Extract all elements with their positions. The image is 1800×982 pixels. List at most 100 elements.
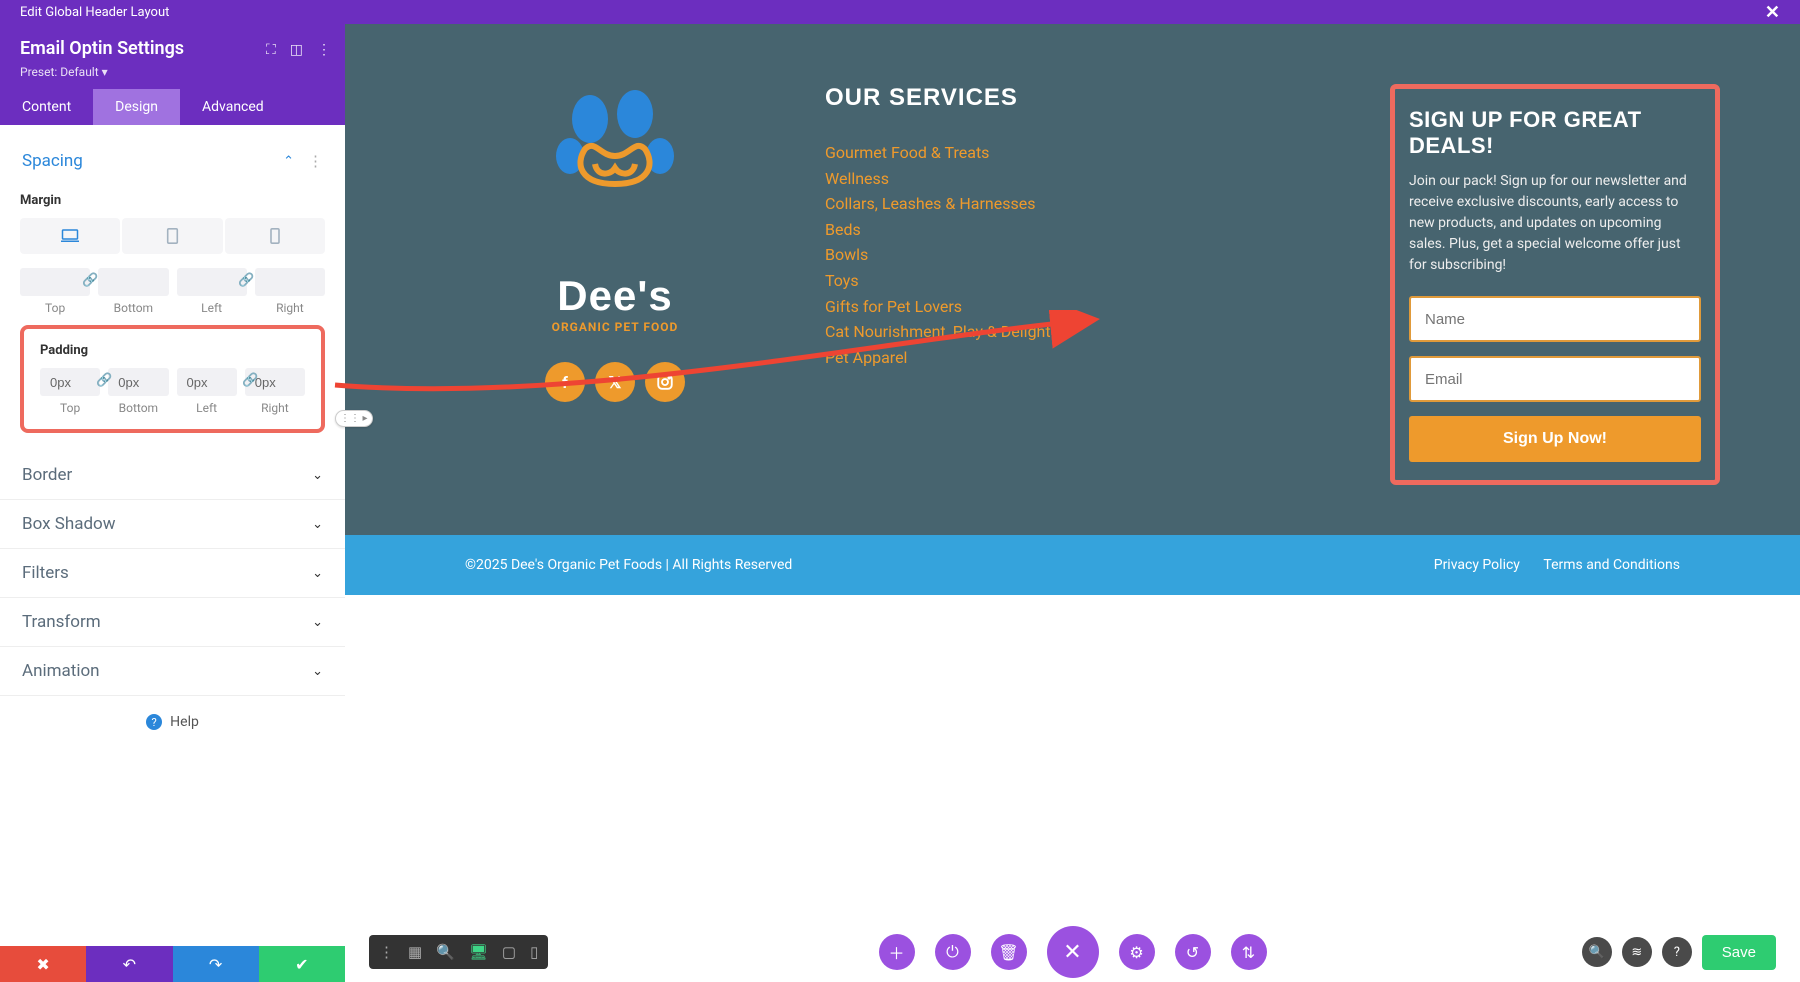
padding-left-input[interactable] — [177, 368, 237, 396]
device-tablet[interactable] — [122, 218, 222, 254]
drag-handle-icon[interactable]: ⋮⋮ ▸ — [335, 410, 373, 427]
close-builder-icon[interactable]: ✕ — [1047, 926, 1099, 978]
window-titlebar: Edit Global Header Layout ✕ — [0, 0, 1800, 24]
section-transform[interactable]: Transform ⌄ — [0, 598, 345, 647]
panel-footer: ✖ ↶ ↷ ✔ — [0, 946, 345, 982]
help-circle-icon[interactable]: ? — [1662, 937, 1692, 967]
section-box-shadow[interactable]: Box Shadow ⌄ — [0, 500, 345, 549]
help-link[interactable]: ? Help — [0, 696, 345, 748]
swap-icon[interactable]: ⇅ — [1231, 934, 1267, 970]
desktop-view-icon[interactable]: 🖥 — [469, 943, 488, 961]
margin-left-input[interactable] — [177, 268, 247, 296]
x-icon[interactable]: 𝕏 — [595, 362, 635, 402]
device-phone[interactable] — [225, 218, 325, 254]
search-icon[interactable]: 🔍 — [1582, 937, 1612, 967]
trash-icon[interactable]: 🗑 — [991, 934, 1027, 970]
builder-bottom-bar: ⋮ ▦ 🔍 🖥 ▢ ▯ ＋ ⏻ 🗑 ✕ ⚙ ↺ ⇅ 🔍 ≋ ? Save — [345, 922, 1800, 982]
margin-top-input[interactable] — [20, 268, 90, 296]
signup-desc: Join our pack! Sign up for our newslette… — [1409, 171, 1701, 276]
settings-tabs: Content Design Advanced — [0, 89, 345, 125]
help-icon: ? — [146, 714, 162, 730]
padding-bottom-input[interactable] — [108, 368, 168, 396]
settings-header: Email Optin Settings Preset: Default ▾ ⛶… — [0, 24, 345, 89]
zoom-icon[interactable]: 🔍 — [436, 943, 455, 961]
responsive-device-row — [20, 218, 325, 254]
signup-title: Sign Up for great deals! — [1409, 107, 1701, 159]
signup-name-input[interactable] — [1409, 296, 1701, 342]
panel-body: Spacing ⌃ ⋮ Margin Top Botto — [0, 125, 345, 946]
service-link[interactable]: Collars, Leashes & Harnesses — [825, 191, 1165, 217]
services-column: Our Services Gourmet Food & TreatsWellne… — [825, 84, 1165, 485]
power-icon[interactable]: ⏻ — [935, 934, 971, 970]
section-animation[interactable]: Animation ⌄ — [0, 647, 345, 696]
link-icon[interactable]: 🔗 — [96, 373, 114, 391]
logo-tagline: ORGANIC PET FOOD — [552, 320, 679, 334]
builder-actions: ＋ ⏻ 🗑 ✕ ⚙ ↺ ⇅ — [879, 926, 1267, 978]
menu-dots-icon[interactable]: ⋮ — [379, 943, 394, 961]
tablet-view-icon[interactable]: ▢ — [502, 943, 516, 961]
copyright-text: ©2025 Dee's Organic Pet Foods | All Righ… — [465, 557, 792, 573]
chevron-up-icon: ⌃ — [283, 154, 294, 169]
service-link[interactable]: Beds — [825, 217, 1165, 243]
dock-icon[interactable]: ◫ — [290, 42, 303, 58]
service-link[interactable]: Toys — [825, 268, 1165, 294]
add-icon[interactable]: ＋ — [879, 934, 915, 970]
chevron-down-icon: ⌄ — [312, 566, 323, 581]
link-icon[interactable]: 🔗 — [242, 373, 260, 391]
wireframe-icon[interactable]: ▦ — [408, 943, 422, 961]
terms-link[interactable]: Terms and Conditions — [1543, 557, 1680, 573]
service-link[interactable]: Bowls — [825, 242, 1165, 268]
section-filters[interactable]: Filters ⌄ — [0, 549, 345, 598]
undo-button[interactable]: ↶ — [86, 946, 172, 982]
section-dots-icon[interactable]: ⋮ — [308, 152, 323, 170]
tab-design[interactable]: Design — [93, 89, 180, 125]
service-link[interactable]: Gourmet Food & Treats — [825, 140, 1165, 166]
logo-image — [535, 84, 695, 244]
signup-email-input[interactable] — [1409, 356, 1701, 402]
margin-bottom-input[interactable] — [98, 268, 168, 296]
privacy-link[interactable]: Privacy Policy — [1434, 557, 1520, 573]
accept-button[interactable]: ✔ — [259, 946, 345, 982]
padding-highlight: Padding Top Bottom Left Right 🔗 🔗 — [20, 325, 325, 433]
facebook-icon[interactable]: f — [545, 362, 585, 402]
copyright-bar: ©2025 Dee's Organic Pet Foods | All Righ… — [345, 535, 1800, 595]
section-border[interactable]: Border ⌄ — [0, 451, 345, 500]
builder-right-actions: 🔍 ≋ ? Save — [1582, 935, 1776, 970]
preset-dropdown[interactable]: Preset: Default ▾ — [20, 65, 325, 79]
chevron-down-icon: ⌄ — [312, 468, 323, 483]
history-icon[interactable]: ↺ — [1175, 934, 1211, 970]
save-button[interactable]: Save — [1702, 935, 1776, 970]
signup-button[interactable]: Sign Up Now! — [1409, 416, 1701, 462]
service-link[interactable]: Wellness — [825, 166, 1165, 192]
discard-button[interactable]: ✖ — [0, 946, 86, 982]
gear-icon[interactable]: ⚙ — [1119, 934, 1155, 970]
tab-content[interactable]: Content — [0, 89, 93, 125]
padding-top-input[interactable] — [40, 368, 100, 396]
chevron-down-icon: ⌄ — [312, 517, 323, 532]
padding-label: Padding — [40, 343, 305, 358]
layers-icon[interactable]: ≋ — [1622, 937, 1652, 967]
tab-advanced[interactable]: Advanced — [180, 89, 286, 125]
link-icon[interactable]: 🔗 — [82, 273, 100, 291]
window-title: Edit Global Header Layout — [20, 5, 169, 20]
service-link[interactable]: Gifts for Pet Lovers — [825, 294, 1165, 320]
link-icon[interactable]: 🔗 — [238, 273, 256, 291]
instagram-icon[interactable] — [645, 362, 685, 402]
margin-right-input[interactable] — [255, 268, 325, 296]
close-icon[interactable]: ✕ — [1765, 2, 1780, 23]
phone-view-icon[interactable]: ▯ — [530, 943, 538, 961]
device-desktop[interactable] — [20, 218, 120, 254]
logo-name: Dee's — [552, 272, 679, 320]
expand-icon[interactable]: ⛶ — [266, 42, 276, 58]
service-link[interactable]: Pet Apparel — [825, 345, 1165, 371]
service-link[interactable]: Cat Nourishment, Play & Delights — [825, 319, 1165, 345]
padding-inputs: Top Bottom Left Right 🔗 🔗 — [40, 368, 305, 415]
section-spacing[interactable]: Spacing ⌃ ⋮ — [0, 137, 345, 185]
margin-inputs: Top Bottom Left Right 🔗 🔗 — [20, 268, 325, 315]
margin-label: Margin — [20, 193, 325, 208]
redo-button[interactable]: ↷ — [173, 946, 259, 982]
social-icons: f 𝕏 — [545, 362, 685, 402]
preview-area: Dee's ORGANIC PET FOOD f 𝕏 Our Services … — [345, 24, 1800, 982]
menu-dots-icon[interactable]: ⋮ — [317, 42, 331, 58]
services-title: Our Services — [825, 84, 1165, 112]
